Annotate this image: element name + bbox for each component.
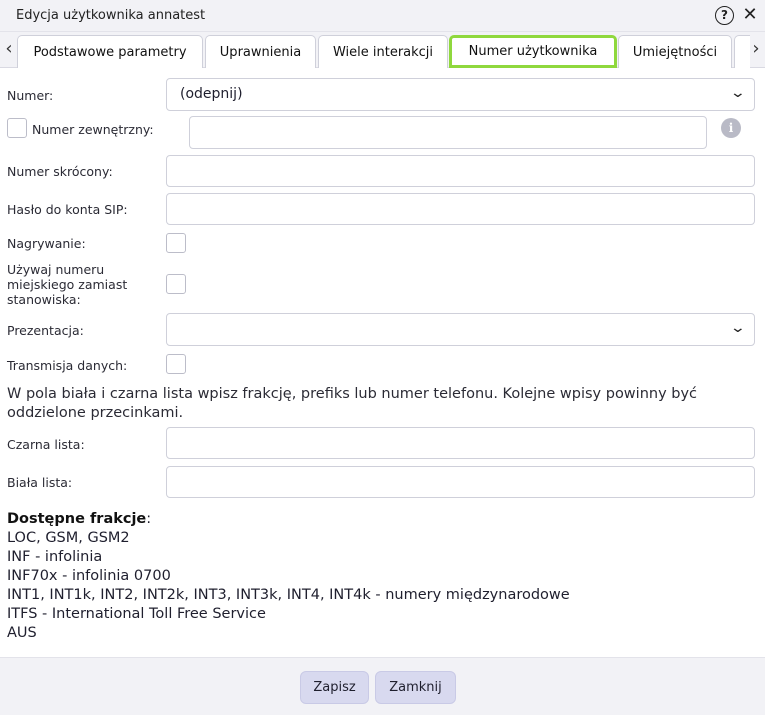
chevron-down-icon: ⌄ (729, 320, 747, 336)
number-select[interactable]: (odepnij) ⌄ (166, 78, 755, 111)
tab-multiple-interactions[interactable]: Wiele interakcji (318, 35, 448, 68)
external-number-label: Numer zewnętrzny: (32, 122, 154, 137)
sip-password-label: Hasło do konta SIP: (7, 202, 128, 217)
fraction-line: INT1, INT1k, INT2, INT2k, INT3, INT3k, I… (7, 587, 570, 603)
tab-scroll-right-icon[interactable]: › (747, 32, 765, 68)
data-transmission-label: Transmisja danych: (7, 358, 128, 373)
recording-label: Nagrywanie: (7, 236, 86, 251)
info-icon[interactable]: i (721, 118, 741, 138)
fractions-heading-row: Dostępne frakcje: (7, 510, 757, 529)
short-number-label: Numer skrócony: (7, 164, 113, 179)
tab-user-number[interactable]: Numer użytkownika (449, 35, 617, 68)
whitelist-input[interactable] (166, 466, 755, 498)
tab-basic-parameters[interactable]: Podstawowe parametry (17, 35, 203, 68)
fraction-line: AUS (7, 625, 37, 641)
external-number-input[interactable] (189, 116, 707, 149)
sip-password-input[interactable] (166, 193, 755, 225)
blacklist-input[interactable] (166, 427, 755, 459)
close-icon[interactable]: ✕ (741, 5, 759, 25)
tab-permissions[interactable]: Uprawnienia (205, 35, 316, 68)
tab-scroll-left-icon[interactable]: ‹ (0, 32, 18, 68)
user-edit-dialog: Edycja użytkownika annatest ? ✕ ‹ Podsta… (0, 0, 765, 715)
fractions-heading-colon: : (146, 511, 152, 527)
external-number-checkbox[interactable] (7, 118, 27, 138)
help-icon[interactable]: ? (715, 6, 734, 25)
dialog-title: Edycja użytkownika annatest (16, 8, 206, 23)
fraction-line: INF70x - infolinia 0700 (7, 568, 171, 584)
save-button[interactable]: Zapisz (300, 671, 369, 704)
tab-skills[interactable]: Umiejętności (618, 35, 732, 68)
use-city-number-label: Używaj numeru miejskiego zamiast stanowi… (7, 262, 128, 307)
tab-label: Numer użytkownika (468, 44, 598, 59)
blacklist-whitelist-note: W pola biała i czarna lista wpisz frakcj… (7, 386, 698, 421)
presentation-select[interactable]: ⌄ (166, 313, 755, 346)
number-select-value: (odepnij) (180, 86, 243, 102)
number-label: Numer: (7, 88, 54, 103)
short-number-input[interactable] (166, 155, 755, 187)
dialog-footer: Zapisz Zamknij (0, 657, 765, 715)
tab-bar: ‹ Podstawowe parametry Uprawnienia Wiele… (0, 32, 765, 68)
available-fractions: Dostępne frakcje: LOC, GSM, GSM2 INF - i… (7, 510, 757, 643)
title-bar: Edycja użytkownika annatest ? ✕ (0, 0, 765, 32)
fraction-line: LOC, GSM, GSM2 (7, 530, 130, 546)
fraction-line: ITFS - International Toll Free Service (7, 606, 266, 622)
fractions-heading: Dostępne frakcje (7, 511, 147, 527)
recording-checkbox[interactable] (166, 233, 186, 253)
data-transmission-checkbox[interactable] (166, 354, 186, 374)
presentation-label: Prezentacja: (7, 323, 84, 338)
tab-label: Podstawowe parametry (33, 44, 187, 60)
whitelist-label: Biała lista: (7, 475, 73, 490)
fraction-line: INF - infolinia (7, 549, 103, 565)
tab-label: Wiele interakcji (332, 44, 434, 60)
blacklist-label: Czarna lista: (7, 437, 85, 452)
tab-label: Umiejętności (632, 44, 718, 60)
chevron-down-icon: ⌄ (729, 85, 747, 101)
close-button[interactable]: Zamknij (375, 671, 456, 704)
use-city-number-checkbox[interactable] (166, 274, 186, 294)
tab-label: Uprawnienia (219, 44, 302, 60)
